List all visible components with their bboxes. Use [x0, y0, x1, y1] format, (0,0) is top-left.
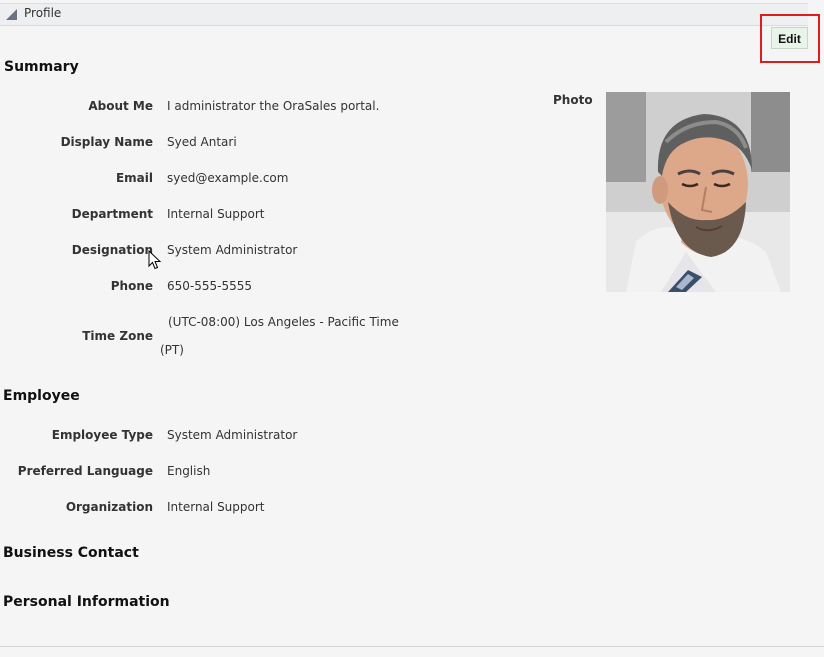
panel-title: Profile [24, 6, 62, 20]
about-me-label: About Me [88, 99, 153, 113]
time-zone-value-continued: (PT) [160, 343, 184, 357]
organization-label: Organization [65, 500, 153, 514]
employee-type-label: Employee Type [51, 428, 153, 442]
designation-label: Designation [71, 243, 153, 257]
phone-label: Phone [110, 279, 153, 293]
department-label: Department [71, 207, 153, 221]
organization-value: Internal Support [167, 500, 265, 514]
summary-section-title: Summary [4, 59, 79, 75]
designation-value: System Administrator [167, 243, 298, 257]
display-name-value: Syed Antari [167, 135, 237, 149]
email-label: Email [115, 171, 153, 185]
employee-section-title: Employee [3, 388, 80, 404]
personal-information-section-title: Personal Information [3, 594, 170, 610]
photo-label: Photo [553, 93, 593, 107]
time-zone-label: Time Zone [82, 329, 153, 343]
about-me-value: I administrator the OraSales portal. [167, 99, 380, 113]
collapse-triangle-icon[interactable] [6, 9, 17, 20]
employee-type-value: System Administrator [167, 428, 298, 442]
phone-value: 650-555-5555 [167, 279, 253, 293]
profile-panel-header[interactable]: Profile [0, 3, 808, 26]
department-value: Internal Support [167, 207, 265, 221]
business-contact-section-title: Business Contact [3, 545, 139, 561]
footer-divider [0, 646, 824, 647]
preferred-language-label: Preferred Language [17, 464, 153, 478]
mouse-cursor-icon [148, 250, 162, 270]
preferred-language-value: English [167, 464, 211, 478]
display-name-label: Display Name [60, 135, 153, 149]
profile-photo [606, 92, 790, 292]
email-value: syed@example.com [167, 171, 289, 185]
time-zone-value: (UTC-08:00) Los Angeles - Pacific Time [168, 315, 399, 329]
edit-button[interactable]: Edit [771, 27, 808, 49]
